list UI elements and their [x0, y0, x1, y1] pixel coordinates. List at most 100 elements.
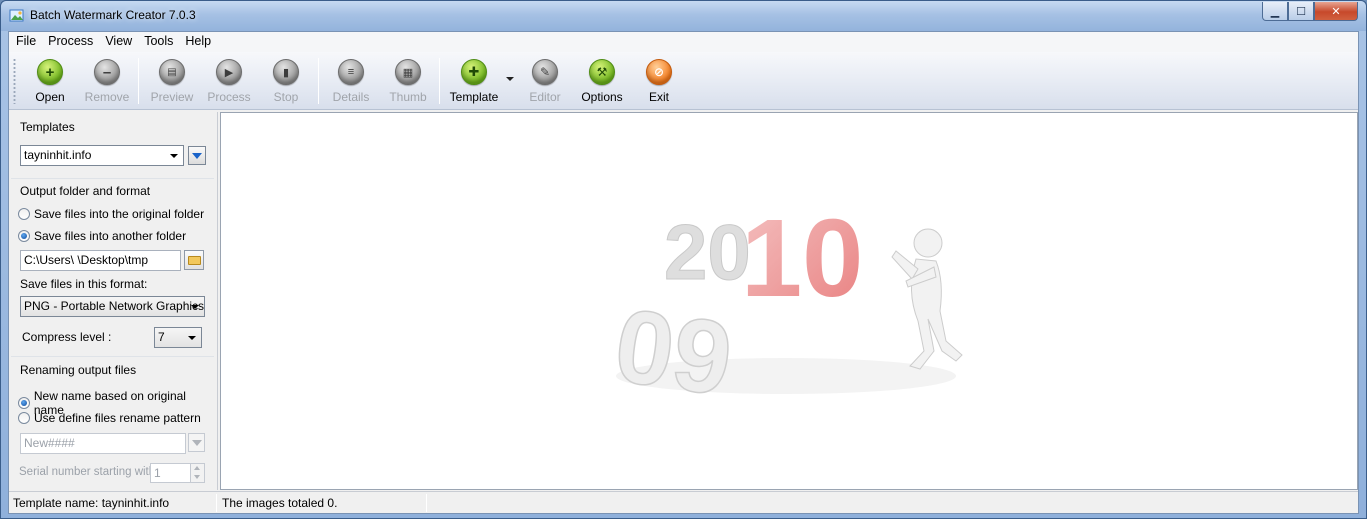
digits-front: 09: [608, 287, 739, 411]
digits-back: 20: [664, 208, 751, 296]
output-folder-field[interactable]: C:\Users\ \Desktop\tmp: [20, 250, 181, 271]
client-area: File Process View Tools Help + Open – Re…: [8, 31, 1359, 514]
template-label: Template: [449, 90, 499, 104]
menu-view[interactable]: View: [99, 32, 138, 52]
compress-label: Compress level :: [22, 330, 112, 344]
menu-bar: File Process View Tools Help: [9, 32, 1358, 52]
chevron-down-icon: [188, 336, 196, 340]
divider: [11, 178, 214, 179]
puzzle-icon: ✚: [461, 59, 487, 85]
wrench-icon: ⚒: [589, 59, 615, 85]
minimize-button[interactable]: ▁: [1262, 2, 1288, 21]
stop-label: Stop: [273, 90, 299, 104]
editor-label: Editor: [529, 90, 561, 104]
format-select[interactable]: PNG - Portable Network Graphics: [20, 296, 205, 317]
exit-button[interactable]: ⊘ Exit: [631, 52, 687, 110]
options-label: Options: [581, 90, 623, 104]
figure-icon: [891, 228, 963, 370]
radio-rename-pattern-label: Use define files rename pattern: [34, 411, 201, 425]
settings-panel: Templates tayninhit.info Output folder a…: [9, 112, 218, 490]
radio-icon: [18, 208, 30, 220]
radio-original-folder-label: Save files into the original folder: [34, 207, 205, 221]
exit-label: Exit: [648, 90, 669, 104]
radio-another-folder[interactable]: Save files into another folder: [18, 229, 186, 243]
editor-button[interactable]: ✎ Editor: [517, 52, 573, 110]
document-icon: ≡: [338, 59, 364, 85]
preview-button[interactable]: ▤ Preview: [144, 52, 200, 110]
template-button[interactable]: ✚ Template: [446, 52, 502, 110]
chevron-down-icon: [191, 305, 199, 309]
remove-label: Remove: [84, 90, 130, 104]
stop-icon: ▮: [273, 59, 299, 85]
template-menu-button[interactable]: [188, 146, 206, 165]
status-separator: [216, 494, 217, 512]
browse-folder-button[interactable]: [184, 250, 204, 270]
preview-label: Preview: [150, 90, 194, 104]
compress-selected-value: 7: [158, 330, 165, 344]
template-dropdown-arrow[interactable]: [506, 77, 514, 81]
process-label: Process: [207, 90, 251, 104]
open-button[interactable]: + Open: [22, 52, 78, 110]
status-image-count: The images totaled 0.: [222, 496, 338, 510]
renaming-title: Renaming output files: [20, 363, 137, 377]
radio-icon: [18, 397, 30, 409]
folder-icon: [187, 255, 201, 265]
play-icon: ▶: [216, 59, 242, 85]
app-icon: [9, 9, 24, 22]
welcome-illustration: 20 10 09: [607, 201, 963, 411]
rename-pattern-field[interactable]: New####: [20, 433, 186, 454]
template-selected-value: tayninhit.info: [24, 148, 92, 162]
close-icon: ✕: [1331, 5, 1341, 18]
compress-select[interactable]: 7: [154, 327, 202, 348]
menu-process[interactable]: Process: [42, 32, 99, 52]
maximize-icon: ☐: [1296, 5, 1306, 18]
stepper-arrows-icon[interactable]: [190, 464, 204, 482]
radio-rename-pattern[interactable]: Use define files rename pattern: [18, 411, 201, 425]
options-button[interactable]: ⚒ Options: [574, 52, 630, 110]
toolbar-separator: [439, 58, 440, 104]
app-window: Batch Watermark Creator 7.0.3 ▁ ☐ ✕ File…: [0, 0, 1367, 519]
plus-icon: +: [37, 59, 63, 85]
pattern-dropdown-button[interactable]: [188, 433, 205, 452]
window-title: Batch Watermark Creator 7.0.3: [30, 8, 196, 22]
close-button[interactable]: ✕: [1314, 2, 1358, 21]
remove-button[interactable]: – Remove: [79, 52, 135, 110]
status-separator: [426, 494, 427, 512]
menu-file[interactable]: File: [9, 32, 42, 52]
minus-icon: –: [94, 59, 120, 85]
divider: [11, 356, 214, 357]
details-button[interactable]: ≡ Details: [323, 52, 379, 110]
toolbar-separator: [138, 58, 139, 104]
digits-red: 10: [741, 201, 863, 320]
stop-button[interactable]: ▮ Stop: [258, 52, 314, 110]
toolbar-separator: [318, 58, 319, 104]
serial-number-value: 1: [154, 466, 161, 480]
templates-title: Templates: [20, 120, 75, 134]
details-label: Details: [332, 90, 370, 104]
title-bar[interactable]: Batch Watermark Creator 7.0.3 ▁ ☐ ✕: [1, 1, 1366, 31]
radio-original-folder[interactable]: Save files into the original folder: [18, 207, 204, 221]
process-button[interactable]: ▶ Process: [201, 52, 257, 110]
status-bar: Template name: tayninhit.info The images…: [9, 491, 1358, 513]
serial-number-stepper[interactable]: 1: [150, 463, 205, 483]
menu-help[interactable]: Help: [179, 32, 217, 52]
status-template-name: Template name: tayninhit.info: [13, 496, 170, 510]
radio-icon: [18, 412, 30, 424]
chevron-down-icon: [170, 154, 178, 158]
preview-icon: ▤: [159, 59, 185, 85]
minimize-icon: ▁: [1270, 5, 1280, 18]
format-label: Save files in this format:: [20, 277, 148, 291]
toolbar-grip[interactable]: [13, 58, 16, 104]
maximize-button[interactable]: ☐: [1288, 2, 1314, 21]
output-title: Output folder and format: [20, 184, 151, 198]
radio-icon: [18, 230, 30, 242]
menu-tools[interactable]: Tools: [138, 32, 179, 52]
image-preview-area[interactable]: 20 10 09: [220, 112, 1358, 490]
grid-icon: ▦: [395, 59, 421, 85]
thumb-button[interactable]: ▦ Thumb: [380, 52, 436, 110]
format-selected-value: PNG - Portable Network Graphics: [24, 299, 205, 313]
radio-another-folder-label: Save files into another folder: [34, 229, 187, 243]
serial-label: Serial number starting with: [19, 466, 156, 478]
toolbar: + Open – Remove ▤ Preview ▶ Process ▮ St…: [9, 52, 1358, 110]
template-select[interactable]: tayninhit.info: [20, 145, 184, 166]
